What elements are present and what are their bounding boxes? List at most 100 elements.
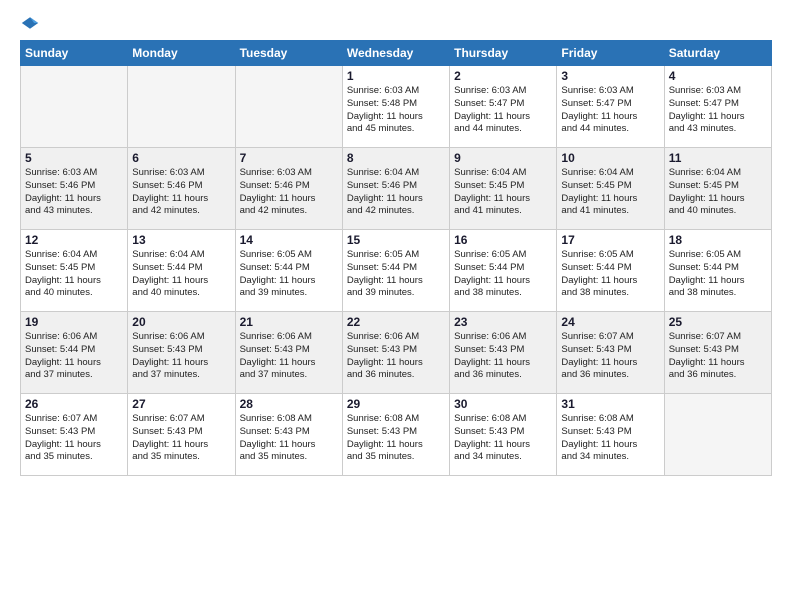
- calendar-cell: 16Sunrise: 6:05 AMSunset: 5:44 PMDayligh…: [450, 230, 557, 312]
- day-info: Sunrise: 6:03 AMSunset: 5:47 PMDaylight:…: [561, 85, 659, 136]
- calendar-cell: 5 Sunrise: 6:03 AMSunset: 5:46 PMDaylight…: [21, 148, 128, 230]
- day-number: 24: [561, 315, 659, 329]
- day-info: Sunrise: 6:06 AMSunset: 5:43 PMDaylight:…: [132, 331, 230, 382]
- calendar-cell: 8Sunrise: 6:04 AMSunset: 5:46 PMDaylight…: [342, 148, 449, 230]
- weekday-header-row: SundayMondayTuesdayWednesdayThursdayFrid…: [21, 41, 772, 66]
- calendar-cell: 14Sunrise: 6:05 AMSunset: 5:44 PMDayligh…: [235, 230, 342, 312]
- day-number: 4: [669, 69, 767, 83]
- day-number: 27: [132, 397, 230, 411]
- day-info: Sunrise: 6:03 AMSunset: 5:48 PMDaylight:…: [347, 85, 445, 136]
- day-info: Sunrise: 6:03 AMSunset: 5:46 PMDaylight:…: [240, 167, 338, 218]
- day-number: 12: [25, 233, 123, 247]
- weekday-header-saturday: Saturday: [664, 41, 771, 66]
- day-number: 30: [454, 397, 552, 411]
- weekday-header-tuesday: Tuesday: [235, 41, 342, 66]
- day-number: 26: [25, 397, 123, 411]
- calendar-cell: 1Sunrise: 6:03 AMSunset: 5:48 PMDaylight…: [342, 66, 449, 148]
- calendar-cell: 30 Sunrise: 6:08 AMSunset: 5:43 PMDayligh…: [450, 394, 557, 476]
- day-number: 23: [454, 315, 552, 329]
- day-info: Sunrise: 6:04 AMSunset: 5:45 PMDaylight:…: [561, 167, 659, 218]
- calendar-cell: [128, 66, 235, 148]
- calendar-cell: 22 Sunrise: 6:06 AMSunset: 5:43 PMDayligh…: [342, 312, 449, 394]
- calendar: SundayMondayTuesdayWednesdayThursdayFrid…: [20, 40, 772, 476]
- day-info: Sunrise: 6:05 AMSunset: 5:44 PMDaylight:…: [347, 249, 445, 300]
- day-info: Sunrise: 6:07 AMSunset: 5:43 PMDaylight:…: [669, 331, 767, 382]
- day-info: Sunrise: 6:06 AMSunset: 5:43 PMDaylight:…: [454, 331, 552, 382]
- day-number: 21: [240, 315, 338, 329]
- calendar-cell: 4 Sunrise: 6:03 AMSunset: 5:47 PMDaylight…: [664, 66, 771, 148]
- day-info: Sunrise: 6:05 AMSunset: 5:44 PMDaylight:…: [669, 249, 767, 300]
- day-info: Sunrise: 6:03 AMSunset: 5:47 PMDaylight:…: [454, 85, 552, 136]
- day-info: Sunrise: 6:04 AMSunset: 5:44 PMDaylight:…: [132, 249, 230, 300]
- calendar-cell: 13 Sunrise: 6:04 AMSunset: 5:44 PMDayligh…: [128, 230, 235, 312]
- calendar-cell: 20Sunrise: 6:06 AMSunset: 5:43 PMDayligh…: [128, 312, 235, 394]
- day-info: Sunrise: 6:08 AMSunset: 5:43 PMDaylight:…: [454, 413, 552, 464]
- calendar-cell: 17Sunrise: 6:05 AMSunset: 5:44 PMDayligh…: [557, 230, 664, 312]
- calendar-cell: 31 Sunrise: 6:08 AMSunset: 5:43 PMDayligh…: [557, 394, 664, 476]
- day-info: Sunrise: 6:05 AMSunset: 5:44 PMDaylight:…: [561, 249, 659, 300]
- week-row-3: 12 Sunrise: 6:04 AMSunset: 5:45 PMDayligh…: [21, 230, 772, 312]
- calendar-cell: 7 Sunrise: 6:03 AMSunset: 5:46 PMDaylight…: [235, 148, 342, 230]
- day-info: Sunrise: 6:03 AMSunset: 5:46 PMDaylight:…: [25, 167, 123, 218]
- week-row-5: 26 Sunrise: 6:07 AMSunset: 5:43 PMDayligh…: [21, 394, 772, 476]
- day-info: Sunrise: 6:04 AMSunset: 5:45 PMDaylight:…: [454, 167, 552, 218]
- calendar-cell: 11Sunrise: 6:04 AMSunset: 5:45 PMDayligh…: [664, 148, 771, 230]
- day-number: 7: [240, 151, 338, 165]
- day-number: 10: [561, 151, 659, 165]
- calendar-cell: 27 Sunrise: 6:07 AMSunset: 5:43 PMDayligh…: [128, 394, 235, 476]
- day-number: 19: [25, 315, 123, 329]
- day-info: Sunrise: 6:08 AMSunset: 5:43 PMDaylight:…: [347, 413, 445, 464]
- calendar-cell: 15 Sunrise: 6:05 AMSunset: 5:44 PMDayligh…: [342, 230, 449, 312]
- calendar-cell: 6 Sunrise: 6:03 AMSunset: 5:46 PMDaylight…: [128, 148, 235, 230]
- day-number: 31: [561, 397, 659, 411]
- day-info: Sunrise: 6:04 AMSunset: 5:45 PMDaylight:…: [25, 249, 123, 300]
- calendar-cell: 12 Sunrise: 6:04 AMSunset: 5:45 PMDayligh…: [21, 230, 128, 312]
- day-number: 14: [240, 233, 338, 247]
- day-number: 29: [347, 397, 445, 411]
- calendar-cell: 3 Sunrise: 6:03 AMSunset: 5:47 PMDaylight…: [557, 66, 664, 148]
- calendar-cell: 29 Sunrise: 6:08 AMSunset: 5:43 PMDayligh…: [342, 394, 449, 476]
- calendar-cell: 24 Sunrise: 6:07 AMSunset: 5:43 PMDayligh…: [557, 312, 664, 394]
- day-number: 18: [669, 233, 767, 247]
- calendar-cell: 9 Sunrise: 6:04 AMSunset: 5:45 PMDaylight…: [450, 148, 557, 230]
- logo-icon: [21, 16, 39, 30]
- day-info: Sunrise: 6:03 AMSunset: 5:46 PMDaylight:…: [132, 167, 230, 218]
- day-info: Sunrise: 6:08 AMSunset: 5:43 PMDaylight:…: [561, 413, 659, 464]
- day-number: 22: [347, 315, 445, 329]
- calendar-cell: 26 Sunrise: 6:07 AMSunset: 5:43 PMDayligh…: [21, 394, 128, 476]
- day-number: 3: [561, 69, 659, 83]
- day-info: Sunrise: 6:03 AMSunset: 5:47 PMDaylight:…: [669, 85, 767, 136]
- day-info: Sunrise: 6:07 AMSunset: 5:43 PMDaylight:…: [132, 413, 230, 464]
- weekday-header-monday: Monday: [128, 41, 235, 66]
- day-number: 16: [454, 233, 552, 247]
- day-info: Sunrise: 6:08 AMSunset: 5:43 PMDaylight:…: [240, 413, 338, 464]
- page: SundayMondayTuesdayWednesdayThursdayFrid…: [0, 0, 792, 612]
- calendar-cell: [664, 394, 771, 476]
- day-number: 13: [132, 233, 230, 247]
- calendar-cell: [235, 66, 342, 148]
- weekday-header-thursday: Thursday: [450, 41, 557, 66]
- day-info: Sunrise: 6:06 AMSunset: 5:43 PMDaylight:…: [347, 331, 445, 382]
- day-number: 6: [132, 151, 230, 165]
- calendar-cell: 21Sunrise: 6:06 AMSunset: 5:43 PMDayligh…: [235, 312, 342, 394]
- day-info: Sunrise: 6:06 AMSunset: 5:44 PMDaylight:…: [25, 331, 123, 382]
- day-info: Sunrise: 6:07 AMSunset: 5:43 PMDaylight:…: [25, 413, 123, 464]
- calendar-cell: 23 Sunrise: 6:06 AMSunset: 5:43 PMDayligh…: [450, 312, 557, 394]
- day-number: 11: [669, 151, 767, 165]
- week-row-1: 1Sunrise: 6:03 AMSunset: 5:48 PMDaylight…: [21, 66, 772, 148]
- weekday-header-sunday: Sunday: [21, 41, 128, 66]
- day-number: 8: [347, 151, 445, 165]
- calendar-cell: [21, 66, 128, 148]
- calendar-cell: 18 Sunrise: 6:05 AMSunset: 5:44 PMDayligh…: [664, 230, 771, 312]
- header: [20, 16, 772, 30]
- day-number: 5: [25, 151, 123, 165]
- calendar-cell: 25 Sunrise: 6:07 AMSunset: 5:43 PMDayligh…: [664, 312, 771, 394]
- day-number: 25: [669, 315, 767, 329]
- calendar-cell: 28Sunrise: 6:08 AMSunset: 5:43 PMDayligh…: [235, 394, 342, 476]
- logo: [20, 16, 39, 30]
- day-number: 15: [347, 233, 445, 247]
- day-info: Sunrise: 6:07 AMSunset: 5:43 PMDaylight:…: [561, 331, 659, 382]
- day-number: 2: [454, 69, 552, 83]
- day-number: 9: [454, 151, 552, 165]
- calendar-cell: 19 Sunrise: 6:06 AMSunset: 5:44 PMDayligh…: [21, 312, 128, 394]
